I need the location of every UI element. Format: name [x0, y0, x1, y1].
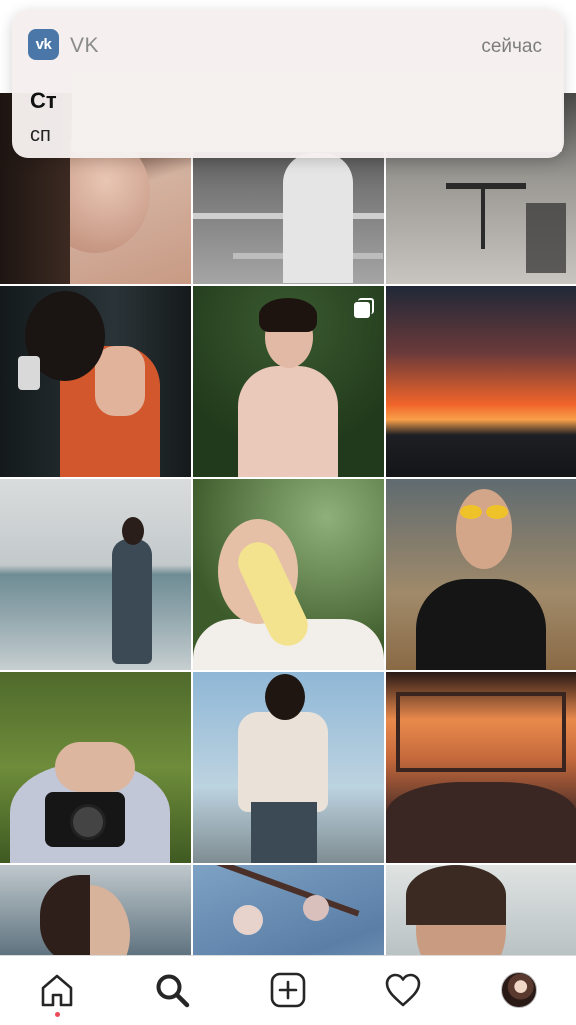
add-post-icon	[270, 972, 306, 1008]
heart-icon	[385, 973, 421, 1007]
photo-tile[interactable]	[0, 672, 191, 863]
notification-title: Ст	[30, 88, 57, 113]
push-notification-banner[interactable]: vk VK сейчас Ст сп	[12, 10, 564, 158]
bottom-tab-bar	[0, 955, 576, 1025]
search-icon	[156, 974, 190, 1008]
activity-indicator-dot	[55, 1012, 60, 1017]
photo-tile[interactable]	[0, 479, 191, 670]
multiple-photos-icon	[354, 298, 374, 318]
home-icon	[41, 974, 73, 1007]
tab-home[interactable]	[37, 970, 77, 1010]
tab-profile[interactable]	[499, 970, 539, 1010]
photo-tile[interactable]	[193, 672, 384, 863]
notification-body: сп	[30, 124, 51, 146]
photo-tile[interactable]	[386, 672, 576, 863]
photo-tile[interactable]	[193, 479, 384, 670]
photo-tile[interactable]	[0, 286, 191, 477]
photo-tile[interactable]	[386, 479, 576, 670]
photo-tile[interactable]	[193, 286, 384, 477]
photo-tile[interactable]	[193, 865, 384, 955]
tab-add-post[interactable]	[268, 970, 308, 1010]
notification-app-name: VK	[70, 34, 100, 57]
photo-tile[interactable]	[386, 865, 576, 955]
tab-activity[interactable]	[383, 970, 423, 1010]
profile-avatar	[501, 972, 537, 1008]
notification-time: сейчас	[481, 36, 542, 57]
vk-app-icon: vk	[28, 29, 59, 60]
tab-search[interactable]	[152, 970, 192, 1010]
photo-tile[interactable]	[0, 865, 191, 955]
redacted-area	[72, 72, 562, 152]
photo-tile[interactable]	[386, 286, 576, 477]
